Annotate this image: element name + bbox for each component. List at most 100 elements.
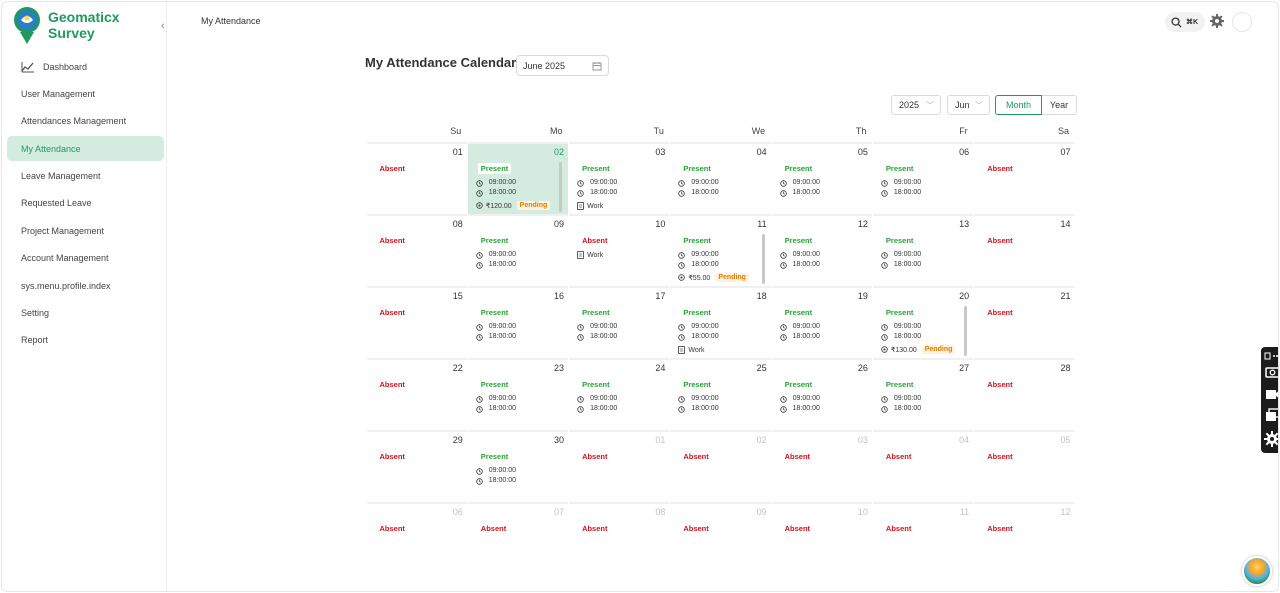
sidebar-item-4[interactable]: Leave Management [7,164,164,189]
calendar-day-cell[interactable]: 04 Present 09:00:00 18:00:00 [670,142,771,214]
calendar-day-cell[interactable]: 30 Present 09:00:00 18:00:00 [467,430,569,502]
attendance-status: Absent [379,308,405,317]
time-list: 09:00:00 18:00:00 [881,394,921,414]
camera-icon[interactable] [1264,365,1278,379]
calendar-day-cell[interactable]: 14 Absent [974,214,1075,286]
expense-amount: ₹55.00 [688,274,711,282]
calendar-day-cell[interactable]: 19 Present 09:00:00 18:00:00 [771,286,872,358]
calendar-day-cell[interactable]: 01 Absent [569,430,670,502]
time-list: 09:00:00 18:00:00 [577,178,617,198]
calendar-day-cell[interactable]: 11 Present 09:00:00 18:00:00 ₹55.00 Pending [670,214,771,286]
calendar-day-cell[interactable]: 23 Present 09:00:00 18:00:00 [467,358,569,430]
calendar-day-cell[interactable]: 05 Present 09:00:00 18:00:00 [771,142,872,214]
calendar-day-cell[interactable]: 21 Absent [974,286,1075,358]
attendance-status: Present [480,452,509,461]
calendar-day-cell[interactable]: 10 Absent Work [569,214,670,286]
calendar-day-cell[interactable]: 26 Present 09:00:00 18:00:00 [771,358,872,430]
calendar-day-cell[interactable]: 16 Present 09:00:00 18:00:00 [467,286,569,358]
calendar-day-cell[interactable]: 02 Absent [670,430,771,502]
day-number: 12 [857,219,868,229]
calendar-day-cell[interactable]: 28 Absent [974,358,1075,430]
calendar-day-cell[interactable]: 03 Present 09:00:00 18:00:00 Work [569,142,670,214]
settings-gear-icon[interactable] [1209,13,1225,29]
calendar-day-cell[interactable]: 22 Absent [366,358,467,430]
calendar-day-cell[interactable]: 27 Present 09:00:00 18:00:00 [872,358,974,430]
sidebar-collapse-icon[interactable]: ‹ [161,20,165,32]
calendar-day-cell[interactable]: 25 Present 09:00:00 18:00:00 [670,358,771,430]
sidebar-item-3[interactable]: My Attendance [7,136,164,162]
check-in-value: 09:00:00 [488,395,517,402]
clock-icon [678,261,688,269]
month-picker[interactable]: June 2025 [516,55,609,76]
day-number: 10 [655,219,666,229]
screenshot-icon[interactable] [1264,350,1278,364]
check-in-time: 09:00:00 [881,250,921,260]
calendar-day-cell[interactable]: 15 Absent [366,286,467,358]
check-in-value: 09:00:00 [590,179,618,186]
weekday-label: We [751,126,766,136]
calendar-day-cell[interactable]: 07 Absent [974,142,1075,214]
cell-scrollbar[interactable] [559,162,563,212]
sidebar-item-0[interactable]: Dashboard [7,54,164,79]
calendar-day-cell[interactable]: 09 Present 09:00:00 18:00:00 [467,214,569,286]
calendar-day-cell[interactable]: 13 Present 09:00:00 18:00:00 [872,214,974,286]
search-shortcut: ⌘K [1186,19,1199,26]
calendar-day-cell[interactable]: 08 Absent [569,502,670,574]
calendar-day-cell[interactable]: 29 Absent [366,430,467,502]
clock-icon [577,189,587,197]
calendar-day-cell[interactable]: 08 Absent [366,214,467,286]
view-year-button[interactable]: Year [1042,95,1077,115]
calendar-day-cell[interactable]: 24 Present 09:00:00 18:00:00 [569,358,670,430]
cell-scrollbar[interactable] [964,306,968,356]
view-month-button[interactable]: Month [995,95,1042,115]
coin-icon [476,202,483,209]
clock-icon [779,189,790,197]
video-icon[interactable] [1264,387,1278,401]
calendar-day-cell[interactable]: 03 Absent [771,430,872,502]
time-list: 09:00:00 18:00:00 [881,178,921,198]
coin-icon [881,346,888,353]
calendar-day-cell[interactable]: 12 Absent [974,502,1075,574]
check-in-time: 09:00:00 [476,322,516,332]
calendar-day-cell[interactable]: 11 Absent [872,502,974,574]
sidebar-item-6[interactable]: Project Management [7,218,164,243]
calendar-day-cell[interactable]: 10 Absent [771,502,872,574]
calendar-day-cell[interactable]: 07 Absent [467,502,569,574]
work-entry: Work [577,202,603,210]
check-out-time: 18:00:00 [881,188,921,198]
attendance-status: Present [683,164,711,173]
sidebar-item-8[interactable]: sys.menu.profile.index [7,273,164,298]
assistant-orb-icon[interactable] [1242,556,1272,586]
day-number: 04 [959,435,970,445]
attendance-status: Present [683,308,711,317]
sidebar-item-9[interactable]: Setting [7,301,164,326]
windows-icon[interactable] [1264,408,1278,422]
sidebar-item-1[interactable]: User Management [7,81,164,106]
calendar-day-cell[interactable]: 02 Present 09:00:00 18:00:00 ₹120.00 Pending [467,142,569,214]
sidebar-item-label: Account Management [21,253,109,264]
calendar-day-cell[interactable]: 06 Present 09:00:00 18:00:00 [872,142,974,214]
gear-icon[interactable] [1264,431,1278,447]
day-number: 18 [756,291,767,301]
calendar-day-cell[interactable]: 12 Present 09:00:00 18:00:00 [771,214,872,286]
year-select[interactable]: 2025 ﹀ [891,95,941,115]
sidebar-item-5[interactable]: Requested Leave [7,191,164,216]
calendar-day-cell[interactable]: 09 Absent [670,502,771,574]
sidebar-item-10[interactable]: Report [7,328,164,353]
sidebar-item-2[interactable]: Attendances Management [7,109,164,134]
user-avatar[interactable] [1232,12,1252,32]
calendar-day-cell[interactable]: 01 Absent [366,142,467,214]
brand[interactable]: Geomaticx Survey [12,6,166,46]
day-number: 08 [452,219,463,229]
calendar-day-cell[interactable]: 20 Present 09:00:00 18:00:00 ₹130.00 Pending [872,286,974,358]
check-in-value: 09:00:00 [691,323,719,330]
calendar-day-cell[interactable]: 05 Absent [974,430,1075,502]
calendar-day-cell[interactable]: 17 Present 09:00:00 18:00:00 [569,286,670,358]
calendar-day-cell[interactable]: 06 Absent [366,502,467,574]
cell-scrollbar[interactable] [761,234,765,284]
calendar-day-cell[interactable]: 18 Present 09:00:00 18:00:00 Work [670,286,771,358]
search-button[interactable]: ⌘K [1165,12,1205,32]
sidebar-item-7[interactable]: Account Management [7,246,164,271]
month-select[interactable]: Jun ﹀ [947,95,990,115]
calendar-day-cell[interactable]: 04 Absent [872,430,974,502]
